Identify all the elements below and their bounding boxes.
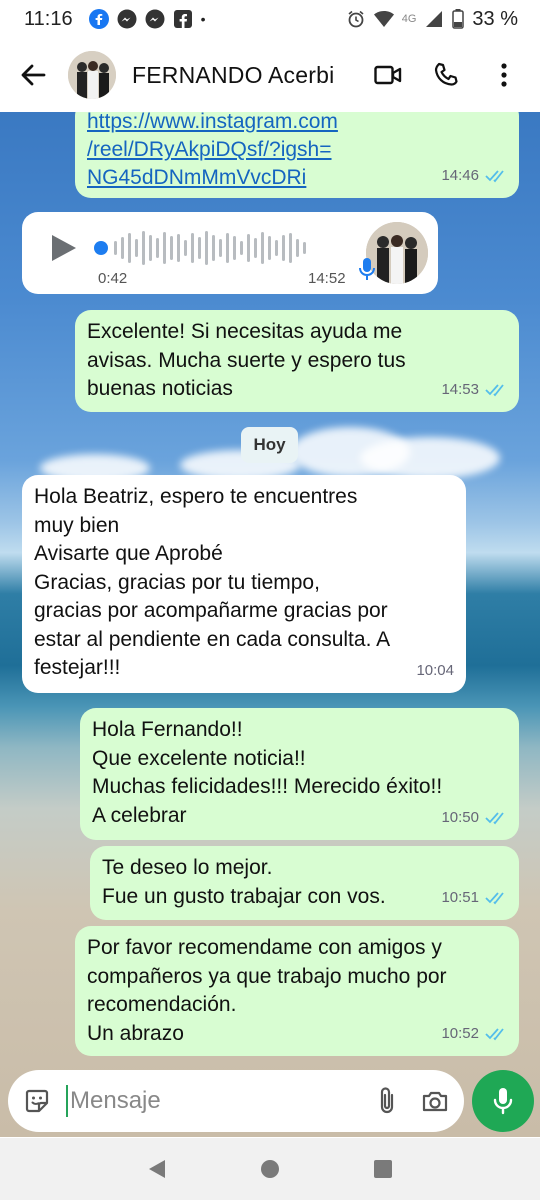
message-line: Avisarte que Aprobé — [34, 542, 223, 565]
chat-header: FERNANDO Acerbi — [0, 38, 540, 112]
message-link-line[interactable]: https://www.instagram.com — [87, 112, 507, 136]
message-line: Excelente! Si necesitas ayuda me — [87, 320, 403, 343]
message-line: Gracias, gracias por tu tiempo, — [34, 570, 320, 594]
audio-waveform[interactable] — [94, 228, 366, 268]
status-time: 11:16 — [24, 7, 73, 30]
message-line: recomendación. — [87, 993, 237, 1016]
facebook-square-icon — [173, 9, 193, 29]
message-time: 10:51 — [441, 888, 479, 906]
message-line: avisas. Mucha suerte y espero tus — [87, 348, 406, 372]
message-line: Por favor recomendame con amigos y — [87, 936, 442, 959]
more-options-icon[interactable] — [490, 61, 518, 89]
message-time: 14:53 — [441, 380, 479, 398]
microphone-icon — [493, 1088, 513, 1115]
wifi-icon — [373, 9, 394, 29]
message-meta: 14:46 — [441, 162, 507, 191]
message-time: 10:52 — [441, 1024, 479, 1042]
facebook-icon — [88, 9, 109, 29]
message-time: 10:04 — [416, 661, 454, 679]
double-check-icon — [485, 812, 504, 825]
message-line: muy bien — [34, 513, 120, 537]
outgoing-message[interactable]: Excelente! Si necesitas ayuda me avisas.… — [75, 310, 519, 412]
messenger-icon — [117, 9, 137, 29]
recents-nav-icon[interactable] — [368, 1154, 398, 1184]
voice-note-mic-icon — [356, 256, 378, 282]
double-check-icon — [485, 170, 504, 183]
message-composer: Mensaje — [8, 1070, 464, 1132]
message-line: Te deseo lo mejor. — [102, 856, 273, 879]
double-check-icon — [485, 384, 504, 397]
outgoing-message[interactable]: Por favor recomendame con amigos y compa… — [75, 926, 519, 1056]
camera-icon[interactable] — [420, 1086, 450, 1116]
home-nav-icon[interactable] — [255, 1154, 285, 1184]
contact-avatar[interactable] — [68, 51, 116, 99]
message-line: Hola Fernando!! — [92, 718, 243, 741]
voice-record-button[interactable] — [472, 1070, 534, 1132]
status-right: 4G 33 % — [346, 8, 518, 31]
header-actions — [374, 61, 540, 89]
audio-duration: 0:42 — [98, 270, 128, 287]
status-bar: 11:16 • 4G 33 % — [0, 0, 540, 38]
battery-icon — [452, 9, 465, 29]
play-icon[interactable] — [48, 232, 78, 264]
video-call-icon[interactable] — [374, 61, 402, 89]
outgoing-message[interactable]: Te deseo lo mejor. Fue un gusto trabajar… — [90, 846, 519, 920]
alarm-icon — [346, 9, 366, 29]
date-separator: Hoy — [241, 427, 298, 463]
message-link-line[interactable]: /reel/DRyAkpiDQsf/?igsh= — [87, 136, 507, 164]
chat-area[interactable]: https://www.instagram.com /reel/DRyAkpiD… — [0, 112, 540, 1137]
message-meta: 10:52 — [441, 1020, 507, 1049]
contact-name[interactable]: FERNANDO Acerbi — [132, 62, 334, 89]
incoming-message[interactable]: Hola Beatriz, espero te encuentres muy b… — [22, 475, 466, 693]
audio-progress-handle[interactable] — [94, 241, 108, 255]
double-check-icon — [485, 892, 504, 905]
message-meta: 10:51 — [441, 884, 507, 913]
double-check-icon — [485, 1028, 504, 1041]
message-meta: 14:53 — [441, 376, 507, 405]
message-line: festejar!!! — [34, 656, 121, 679]
message-meta: 10:04 — [416, 657, 454, 686]
back-arrow-icon[interactable] — [18, 60, 48, 90]
incoming-voice-message[interactable]: 0:42 14:52 — [22, 212, 438, 294]
outgoing-message-link[interactable]: https://www.instagram.com /reel/DRyAkpiD… — [75, 112, 519, 198]
message-time: 10:50 — [441, 808, 479, 826]
message-line: Muchas felicidades!!! Merecido éxito!! — [92, 775, 443, 798]
message-line: Que excelente noticia!! — [92, 746, 306, 770]
message-input[interactable]: Mensaje — [66, 1085, 354, 1117]
message-time: 14:52 — [308, 270, 346, 287]
background-cloud — [360, 437, 500, 479]
sticker-icon[interactable] — [22, 1086, 52, 1116]
message-line: estar al pendiente en cada consulta. A — [34, 627, 391, 651]
status-left: 11:16 • — [24, 8, 205, 31]
messenger-icon — [145, 9, 165, 29]
attach-icon[interactable] — [372, 1086, 402, 1116]
message-line: compañeros ya que trabajo mucho por — [87, 964, 447, 988]
message-line: Hola Beatriz, espero te encuentres — [34, 485, 358, 508]
back-nav-icon[interactable] — [142, 1154, 172, 1184]
status-dot: • — [200, 11, 206, 27]
outgoing-message[interactable]: Hola Fernando!! Que excelente noticia!! … — [80, 708, 519, 840]
system-nav-bar — [0, 1138, 540, 1200]
battery-percent: 33 % — [472, 7, 518, 30]
message-line: gracias por acompañarme gracias por — [34, 599, 388, 622]
phone-call-icon[interactable] — [432, 61, 460, 89]
network-type: 4G — [401, 13, 417, 25]
message-meta: 10:50 — [441, 804, 507, 833]
message-time: 14:46 — [441, 166, 479, 184]
signal-icon — [424, 9, 444, 29]
